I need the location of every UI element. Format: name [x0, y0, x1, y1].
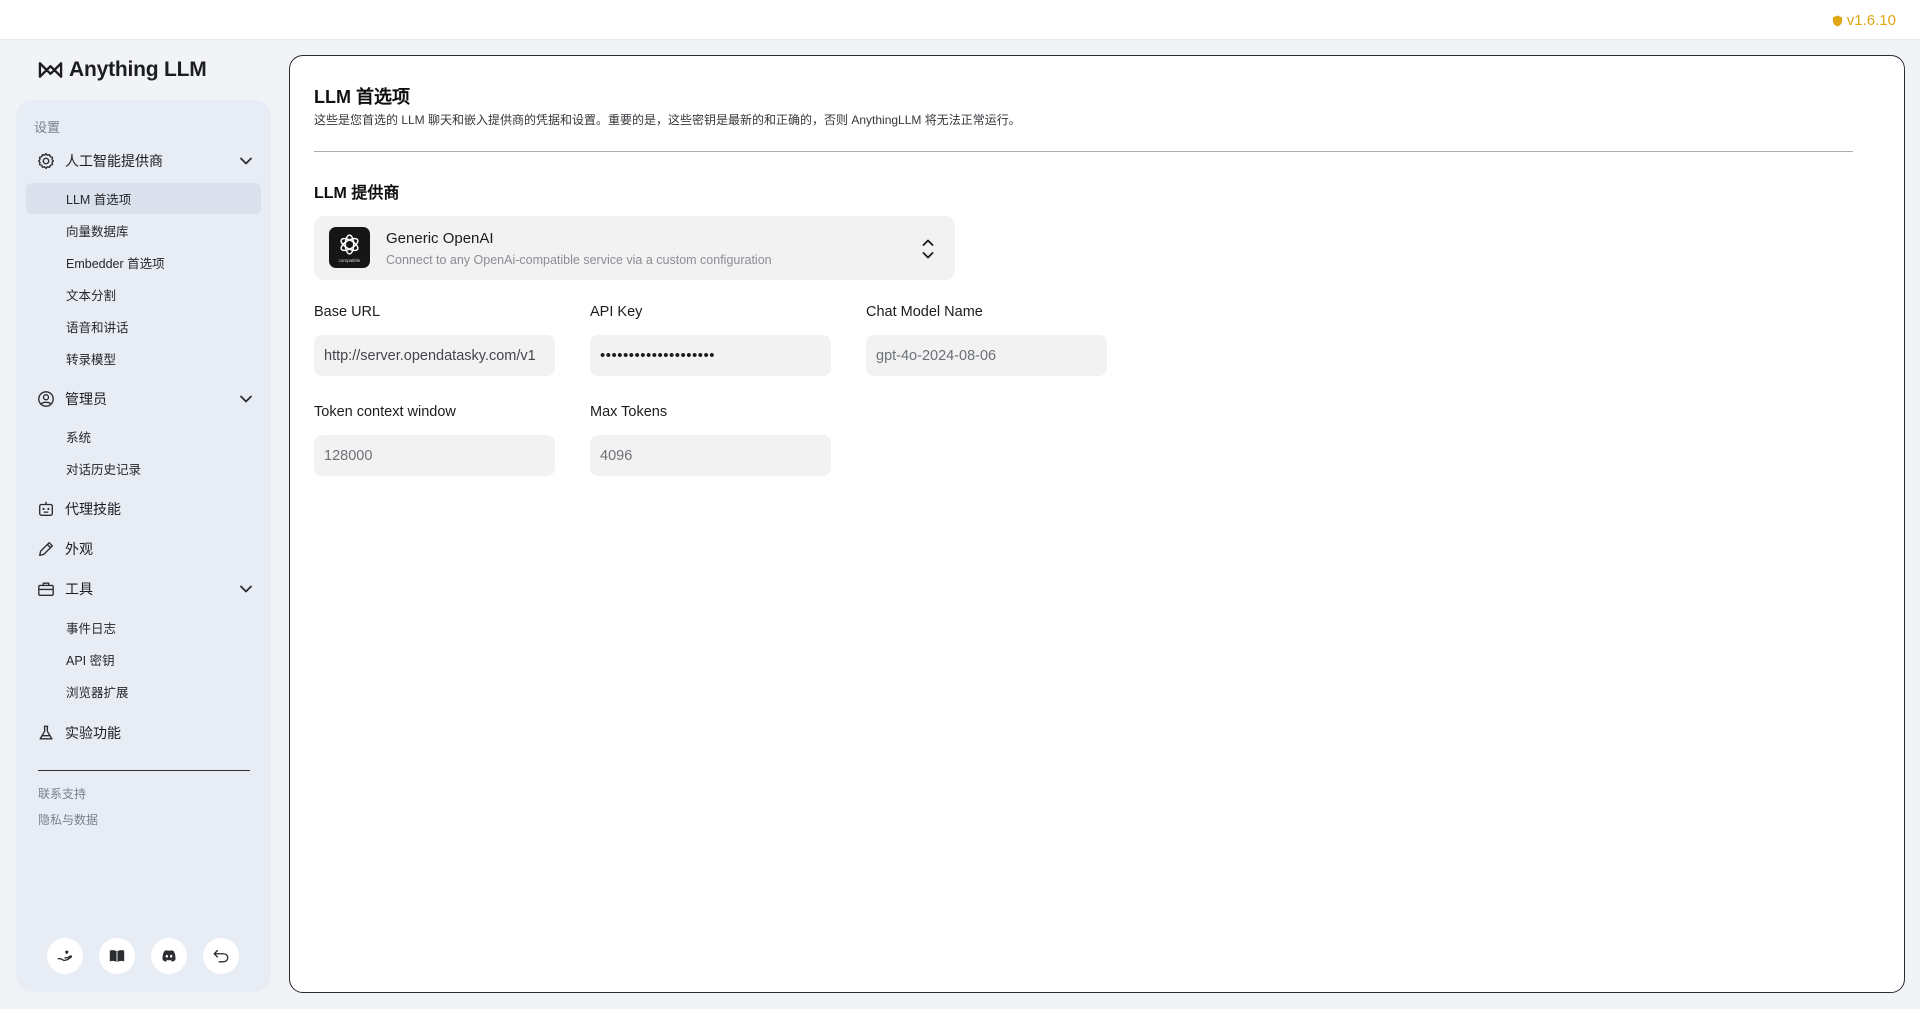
sidebar-group-label: 人工智能提供商 [65, 151, 163, 171]
api-key-label: API Key [590, 304, 642, 320]
sidebar-group-admin[interactable]: 管理员 [36, 385, 258, 413]
documentation-button[interactable] [99, 938, 135, 974]
chevron-down-icon [238, 153, 254, 169]
sidebar-item-llm-preference[interactable]: LLM 首选项 [26, 183, 261, 214]
top-bar: v1.6.10 [0, 0, 1920, 40]
chat-model-name-label: Chat Model Name [866, 304, 983, 320]
max-tokens-label: Max Tokens [590, 404, 667, 420]
flask-icon [36, 723, 56, 743]
discord-button[interactable] [151, 938, 187, 974]
app-logo[interactable]: Anything LLM [38, 58, 207, 82]
sidebar-group-ai-providers[interactable]: 人工智能提供商 [36, 147, 258, 175]
header-divider [314, 151, 1853, 152]
provider-logo: compatible [329, 227, 370, 268]
privacy-data-link[interactable]: 隐私与数据 [38, 811, 98, 828]
sidebar-item-transcription-model[interactable]: 转录模型 [26, 343, 261, 374]
provider-description: Connect to any OpenAi-compatible service… [386, 253, 772, 267]
sidebar-group-experimental[interactable]: 实验功能 [36, 719, 258, 747]
sidebar-group-label: 外观 [65, 539, 93, 559]
app-name: Anything LLM [69, 58, 207, 82]
sidebar-section-title: 设置 [34, 117, 60, 136]
sidebar-item-voice-speech[interactable]: 语音和讲话 [26, 311, 261, 342]
chevron-up-down-icon [920, 236, 936, 262]
sidebar-item-text-splitting[interactable]: 文本分割 [26, 279, 261, 310]
sidebar-item-embedder-preference[interactable]: Embedder 首选项 [26, 247, 261, 278]
sidebar-item-vector-database[interactable]: 向量数据库 [26, 215, 261, 246]
return-icon [212, 947, 230, 965]
sidebar-divider [38, 770, 250, 771]
chevron-down-icon [238, 581, 254, 597]
sidebar-item-browser-extension[interactable]: 浏览器扩展 [26, 676, 261, 707]
anything-llm-logo-icon [38, 61, 63, 79]
settings-sidebar: 设置 人工智能提供商 LLM 首选项 向量数据库 Embedder 首选项 文本… [16, 100, 271, 992]
token-context-window-label: Token context window [314, 404, 456, 420]
sidebar-item-event-logs[interactable]: 事件日志 [26, 612, 261, 643]
llm-preference-panel: LLM 首选项 这些是您首选的 LLM 聊天和嵌入提供商的凭据和设置。重要的是，… [289, 55, 1905, 993]
shield-icon [1832, 15, 1843, 27]
pencil-icon [36, 539, 56, 559]
max-tokens-input[interactable]: 4096 [590, 435, 831, 476]
sidebar-group-label: 管理员 [65, 389, 107, 409]
page-description: 这些是您首选的 LLM 聊天和嵌入提供商的凭据和设置。重要的是，这些密钥是最新的… [314, 111, 1021, 128]
support-button[interactable] [47, 938, 83, 974]
contact-support-link[interactable]: 联系支持 [38, 785, 86, 802]
chevron-down-icon [238, 391, 254, 407]
robot-icon [36, 499, 56, 519]
sidebar-item-chat-history[interactable]: 对话历史记录 [26, 453, 261, 484]
gear-icon [36, 151, 56, 171]
sidebar-item-api-keys[interactable]: API 密钥 [26, 644, 261, 675]
sidebar-item-system[interactable]: 系统 [26, 421, 261, 452]
api-key-input[interactable]: •••••••••••••••••••• [590, 335, 831, 376]
sidebar-group-label: 实验功能 [65, 723, 121, 743]
openai-icon [337, 232, 362, 257]
discord-icon [160, 947, 178, 965]
briefcase-icon [36, 579, 56, 599]
version-text: v1.6.10 [1847, 12, 1896, 29]
sidebar-group-tools[interactable]: 工具 [36, 575, 258, 603]
user-gear-icon [36, 389, 56, 409]
base-url-input[interactable]: http://server.opendatasky.com/v1 [314, 335, 555, 376]
hand-heart-icon [56, 947, 74, 965]
provider-name: Generic OpenAI [386, 230, 494, 247]
version-badge[interactable]: v1.6.10 [1832, 12, 1896, 29]
chat-model-name-input[interactable]: gpt-4o-2024-08-06 [866, 335, 1107, 376]
book-icon [108, 947, 126, 965]
provider-logo-caption: compatible [339, 258, 361, 263]
token-context-window-input[interactable]: 128000 [314, 435, 555, 476]
back-button[interactable] [203, 938, 239, 974]
sidebar-group-appearance[interactable]: 外观 [36, 535, 258, 563]
sidebar-group-label: 代理技能 [65, 499, 121, 519]
sidebar-group-label: 工具 [65, 579, 93, 599]
base-url-label: Base URL [314, 304, 380, 320]
provider-section-title: LLM 提供商 [314, 179, 399, 203]
sidebar-group-agent-skills[interactable]: 代理技能 [36, 495, 258, 523]
llm-provider-selector[interactable]: compatible Generic OpenAI Connect to any… [314, 216, 955, 280]
page-title: LLM 首选项 [314, 83, 410, 109]
